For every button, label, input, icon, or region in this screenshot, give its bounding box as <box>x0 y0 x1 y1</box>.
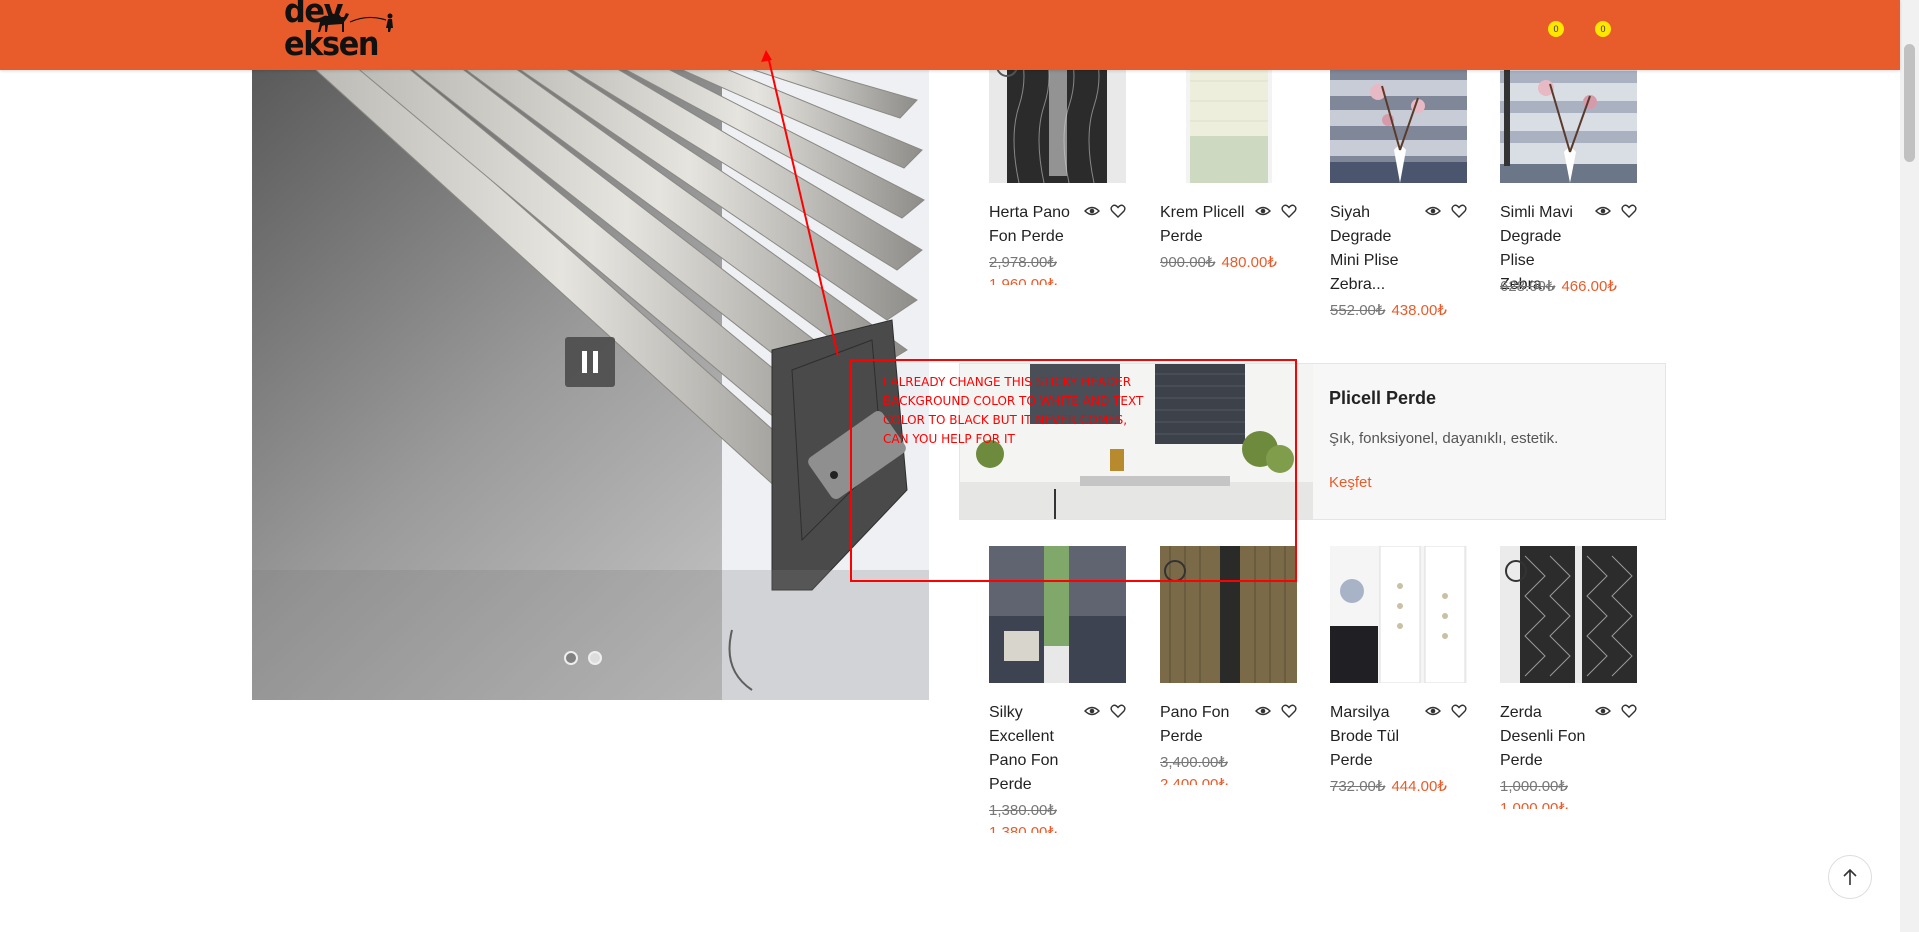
sale-price: 2,400.00₺ <box>1160 776 1228 785</box>
old-price: 628.00₺ <box>1500 278 1556 295</box>
product-image[interactable] <box>1500 546 1637 683</box>
old-price: 900.00₺ <box>1160 254 1216 271</box>
product-name[interactable]: Herta Pano Fon Perde <box>989 201 1079 249</box>
product-card[interactable]: Simli Mavi Degrade Plise Zebra... 628.00… <box>1500 46 1637 316</box>
hero-slider[interactable] <box>252 70 929 700</box>
product-card[interactable]: Marsilya Brode Tül Perde 732.00₺ 444.00₺ <box>1330 546 1467 816</box>
product-card[interactable]: Silky Excellent Pano Fon Perde 1,380.00₺… <box>989 546 1126 841</box>
annotation-text: I ALREADY CHANGE THIS STICKY HEADER BACK… <box>883 375 1144 446</box>
product-name[interactable]: Marsilya Brode Tül Perde <box>1330 701 1420 773</box>
scrollbar-thumb[interactable] <box>1904 44 1915 162</box>
product-photo <box>1500 546 1637 683</box>
quick-view-eye-icon[interactable] <box>1425 703 1441 719</box>
banner-title: Plicell Perde <box>1329 388 1437 408</box>
quick-view-eye-icon[interactable] <box>1255 203 1271 219</box>
quick-view-eye-icon[interactable] <box>1595 703 1611 719</box>
wishlist-heart-icon[interactable] <box>1451 203 1467 219</box>
sale-price: 444.00₺ <box>1391 778 1447 795</box>
quick-view-eye-icon[interactable] <box>1595 203 1611 219</box>
sale-price: 466.00₺ <box>1561 278 1617 295</box>
product-card[interactable]: Siyah Degrade Mini Plise Zebra... 552.00… <box>1330 46 1467 331</box>
product-name[interactable]: Pano Fon Perde <box>1160 701 1250 749</box>
slider-dot-2[interactable] <box>588 651 602 665</box>
product-card[interactable]: Herta Pano Fon Perde 2,978.00₺ 1,960.00₺ <box>989 46 1126 316</box>
old-price: 1,000.00₺ <box>1500 778 1568 795</box>
old-price: 732.00₺ <box>1330 778 1386 795</box>
product-photo <box>1330 546 1467 683</box>
product-name[interactable]: Krem Plicell Perde <box>1160 201 1250 249</box>
sale-price: 480.00₺ <box>1221 254 1277 271</box>
sale-price: 1,000.00₺ <box>1500 800 1568 809</box>
old-price: 2,978.00₺ <box>989 254 1057 271</box>
banner-explore-link[interactable]: Keşfet <box>1329 474 1372 491</box>
arrow-up-icon <box>1843 868 1857 885</box>
wishlist-heart-icon[interactable] <box>1621 703 1637 719</box>
old-price: 3,400.00₺ <box>1160 754 1228 771</box>
product-name[interactable]: Zerda Desenli Fon Perde <box>1500 701 1590 773</box>
old-price: 1,380.00₺ <box>989 802 1057 819</box>
pause-icon <box>582 351 598 373</box>
sale-price: 1,380.00₺ <box>989 824 1057 833</box>
product-card[interactable]: Krem Plicell Perde 900.00₺ 480.00₺ <box>1160 46 1297 316</box>
sale-price: 438.00₺ <box>1391 302 1447 319</box>
product-image[interactable] <box>1330 546 1467 683</box>
quick-view-eye-icon[interactable] <box>1084 703 1100 719</box>
logo-text: dev eksen <box>284 0 380 63</box>
product-card[interactable]: Pano Fon Perde 3,400.00₺ 2,400.00₺ <box>1160 546 1297 816</box>
quick-view-eye-icon[interactable] <box>1255 703 1271 719</box>
wishlist-heart-icon[interactable] <box>1281 703 1297 719</box>
wishlist-heart-icon[interactable] <box>1281 203 1297 219</box>
wishlist-heart-icon[interactable] <box>1110 203 1126 219</box>
product-card[interactable]: Zerda Desenli Fon Perde 1,000.00₺ 1,000.… <box>1500 546 1637 816</box>
wishlist-heart-icon[interactable] <box>1621 203 1637 219</box>
cart-count-badge[interactable]: 0 <box>1595 21 1611 37</box>
product-name[interactable]: Silky Excellent Pano Fon Perde <box>989 701 1079 797</box>
sticky-header: dev eksen 0 0 <box>0 0 1900 70</box>
sale-price: 1,960.00₺ <box>989 276 1057 285</box>
product-name[interactable]: Siyah Degrade Mini Plise Zebra... <box>1330 201 1420 297</box>
wishlist-heart-icon[interactable] <box>1451 703 1467 719</box>
wishlist-count-badge[interactable]: 0 <box>1548 21 1564 37</box>
slider-dot-1[interactable] <box>564 651 578 665</box>
slider-pause-button[interactable] <box>565 337 615 387</box>
site-logo[interactable]: dev eksen <box>284 0 414 62</box>
wishlist-heart-icon[interactable] <box>1110 703 1126 719</box>
back-to-top-button[interactable] <box>1828 855 1872 899</box>
old-price: 552.00₺ <box>1330 302 1386 319</box>
quick-view-eye-icon[interactable] <box>1084 203 1100 219</box>
banner-description: Şık, fonksiyonel, dayanıklı, estetik. <box>1329 430 1559 447</box>
quick-view-eye-icon[interactable] <box>1425 203 1441 219</box>
